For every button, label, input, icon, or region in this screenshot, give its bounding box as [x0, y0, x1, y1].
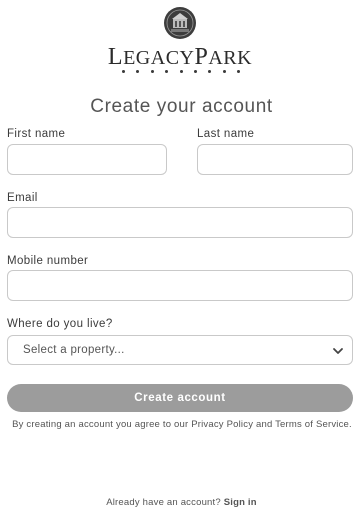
brand-dot: [208, 70, 212, 73]
brand-dot: [193, 70, 197, 73]
terms-notice: By creating an account you agree to our …: [12, 419, 352, 430]
brand-dot: [150, 70, 154, 73]
brand-dot: [165, 70, 169, 73]
page-title: Create your account: [90, 96, 273, 117]
mobile-number-field[interactable]: [7, 270, 353, 301]
brand-dot: [136, 70, 140, 73]
last-name-field[interactable]: [197, 144, 353, 175]
property-select[interactable]: Select a property...: [7, 335, 353, 365]
legacy-park-emblem-icon: [164, 7, 196, 39]
property-select-value: Select a property...: [23, 344, 125, 356]
email-field[interactable]: [7, 207, 353, 238]
brand-dots: [122, 70, 240, 73]
signin-prompt: Already have an account? Sign in: [0, 497, 353, 508]
brand-dot: [237, 70, 240, 73]
create-account-button[interactable]: Create account: [7, 384, 353, 412]
mobile-number-label: Mobile number: [7, 255, 89, 267]
email-label: Email: [7, 192, 38, 204]
sign-in-link[interactable]: Sign in: [224, 497, 257, 508]
brand-dot: [122, 70, 125, 73]
chevron-down-icon: [333, 348, 343, 354]
first-name-label: First name: [7, 128, 66, 140]
first-name-field[interactable]: [7, 144, 167, 175]
brand-wordmark: LEGACYPARK: [107, 44, 253, 70]
last-name-label: Last name: [197, 128, 255, 140]
brand-dot: [222, 70, 226, 73]
residence-label: Where do you live?: [7, 318, 113, 330]
signin-prompt-text: Already have an account?: [106, 497, 221, 508]
brand-dot: [179, 70, 183, 73]
